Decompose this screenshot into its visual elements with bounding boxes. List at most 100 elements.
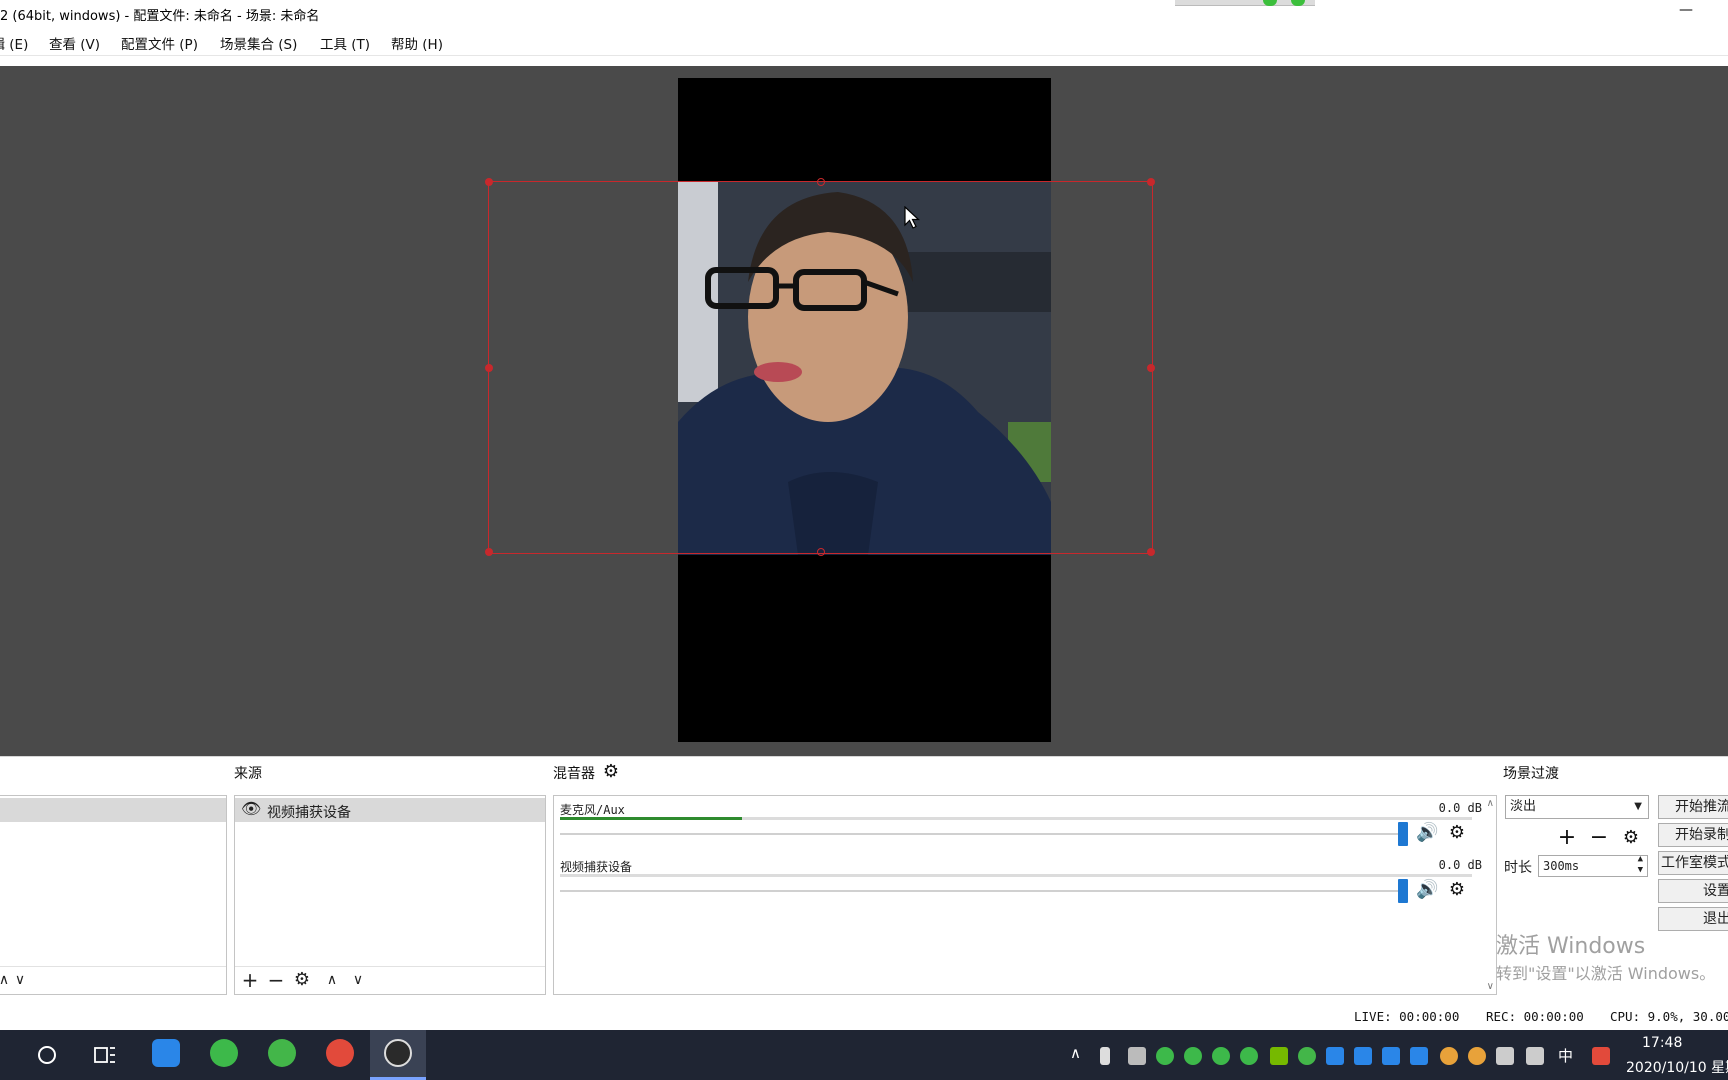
taskbar-wechat[interactable] [196, 1030, 252, 1080]
tray-overflow-icon[interactable]: ∧ [1070, 1044, 1081, 1062]
window-title: 2 (64bit, windows) - 配置文件: 未命名 - 场景: 未命名 [0, 9, 320, 24]
resize-handle-bottom[interactable] [817, 548, 825, 556]
taskbar-app-1[interactable] [138, 1030, 194, 1080]
channel-db: 0.0 dB [1438, 858, 1482, 872]
preview-area[interactable] [0, 66, 1728, 756]
obs-icon [384, 1039, 412, 1067]
speaker-icon[interactable]: 🔊 [1416, 879, 1438, 901]
eye-icon[interactable]: 👁 [241, 799, 261, 818]
source-list-item[interactable]: 👁 视频捕获设备 [235, 798, 545, 822]
menu-view[interactable]: 查看 (V) [49, 33, 100, 53]
meter-level [560, 817, 743, 820]
transition-value: 淡出 [1510, 799, 1537, 814]
gear-icon[interactable]: ⚙ [291, 969, 313, 991]
cpu-fps: CPU: 9.0%, 30.00 fps [1610, 1009, 1728, 1024]
mixer-title: 混音器 [553, 766, 595, 782]
menu-scene-collection[interactable]: 场景集合 (S) [220, 33, 297, 53]
sources-panel: 👁 视频捕获设备 + − ⚙ ∧ ∨ [234, 795, 546, 995]
speaker-icon[interactable]: 🔊 [1416, 822, 1438, 844]
volume-slider-thumb[interactable] [1398, 879, 1408, 903]
duration-input[interactable]: 300ms ▲ ▼ [1538, 854, 1648, 877]
wechat-tray-icon[interactable] [1156, 1047, 1174, 1065]
resize-handle-top[interactable] [817, 178, 825, 186]
taskbar: ∧ 中 17:48 2020/10/10 星期六 [0, 1030, 1728, 1080]
chevron-down-icon: ▼ [1634, 801, 1642, 812]
display-icon[interactable] [1128, 1047, 1146, 1065]
volume-icon[interactable] [1526, 1047, 1544, 1065]
task-view-icon[interactable] [94, 1045, 116, 1065]
transitions-title: 场景过渡 [1503, 766, 1559, 782]
activation-watermark-title: 激活 Windows [1496, 934, 1646, 959]
resize-handle-left[interactable] [485, 364, 493, 372]
notification-popup-edge [1175, 0, 1315, 6]
ime-indicator[interactable]: 中 [1558, 1045, 1573, 1066]
remove-icon[interactable]: − [1588, 827, 1610, 849]
mixer-gear-icon[interactable]: ⚙ [600, 761, 622, 783]
wechat-tray-icon[interactable] [1212, 1047, 1230, 1065]
scroll-down-icon[interactable]: ∨ [1487, 981, 1494, 992]
taskbar-recorder[interactable] [312, 1030, 368, 1080]
app-tray-icon[interactable] [1410, 1047, 1428, 1065]
source-selection-box[interactable] [485, 178, 1155, 556]
move-down-icon[interactable]: ∨ [9, 969, 31, 991]
volume-meter [560, 874, 1472, 877]
app-tray-icon[interactable] [1354, 1047, 1372, 1065]
exit-button[interactable]: 退出 [1658, 907, 1728, 931]
clock-date[interactable]: 2020/10/10 星期六 [1626, 1057, 1728, 1077]
network-icon[interactable] [1496, 1047, 1514, 1065]
resize-handle-bottom-left[interactable] [485, 548, 493, 556]
wechat-tray-icon[interactable] [1240, 1047, 1258, 1065]
studio-mode-button[interactable]: 工作室模式 [1658, 851, 1728, 875]
channel-name: 麦克风/Aux [560, 803, 625, 817]
app-tray-icon[interactable] [1326, 1047, 1344, 1065]
add-icon[interactable]: + [1556, 827, 1578, 849]
menu-help[interactable]: 帮助 (H) [391, 33, 443, 53]
gear-icon[interactable]: ⚙ [1446, 879, 1468, 901]
gear-icon[interactable]: ⚙ [1620, 827, 1642, 849]
transition-select[interactable]: 淡出 ▼ [1505, 795, 1649, 819]
scene-list-item[interactable] [0, 798, 226, 822]
wechat-tray-icon[interactable] [1184, 1047, 1202, 1065]
taskbar-obs[interactable] [370, 1030, 426, 1080]
spin-down-icon[interactable]: ▼ [1638, 864, 1643, 876]
minimize-button[interactable]: — [1676, 2, 1696, 22]
sogou-icon[interactable] [1592, 1047, 1610, 1065]
remove-icon[interactable]: − [265, 969, 287, 991]
app-tray-icon[interactable] [1382, 1047, 1400, 1065]
duration-value: 300ms [1543, 859, 1580, 873]
volume-slider[interactable] [560, 833, 1406, 835]
popup-dot [1263, 0, 1277, 6]
qq-icon[interactable] [1440, 1047, 1458, 1065]
cortana-search-icon[interactable] [36, 1044, 58, 1066]
microphone-icon[interactable] [1100, 1047, 1110, 1065]
move-up-icon[interactable]: ∧ [321, 969, 343, 991]
start-streaming-button[interactable]: 开始推流 [1658, 795, 1728, 819]
rec-timer: REC: 00:00:00 [1486, 1009, 1584, 1024]
duration-label: 时长 [1504, 860, 1532, 876]
resize-handle-top-left[interactable] [485, 178, 493, 186]
live-timer: LIVE: 00:00:00 [1354, 1009, 1460, 1024]
scroll-up-icon[interactable]: ∧ [1487, 798, 1494, 809]
nvidia-icon[interactable] [1270, 1047, 1288, 1065]
volume-slider[interactable] [560, 890, 1406, 892]
menu-edit[interactable]: 编辑 (E) [0, 33, 28, 53]
gear-icon[interactable]: ⚙ [1446, 822, 1468, 844]
start-recording-button[interactable]: 开始录制 [1658, 823, 1728, 847]
menu-tools[interactable]: 工具 (T) [320, 33, 370, 53]
title-bar: 2 (64bit, windows) - 配置文件: 未命名 - 场景: 未命名… [0, 0, 1728, 28]
taskbar-browser[interactable] [254, 1030, 310, 1080]
resize-handle-top-right[interactable] [1147, 178, 1155, 186]
browser-tray-icon[interactable] [1298, 1047, 1316, 1065]
app-icon [152, 1039, 180, 1067]
resize-handle-right[interactable] [1147, 364, 1155, 372]
resize-handle-bottom-right[interactable] [1147, 548, 1155, 556]
volume-slider-thumb[interactable] [1398, 822, 1408, 846]
menu-profile[interactable]: 配置文件 (P) [121, 33, 198, 53]
clock-time[interactable]: 17:48 [1642, 1035, 1682, 1051]
settings-button[interactable]: 设置 [1658, 879, 1728, 903]
move-down-icon[interactable]: ∨ [347, 969, 369, 991]
add-icon[interactable]: + [239, 969, 261, 991]
menu-bar: 编辑 (E) 查看 (V) 配置文件 (P) 场景集合 (S) 工具 (T) 帮… [0, 28, 1728, 56]
mouse-cursor-icon [904, 206, 920, 229]
qq-icon[interactable] [1468, 1047, 1486, 1065]
